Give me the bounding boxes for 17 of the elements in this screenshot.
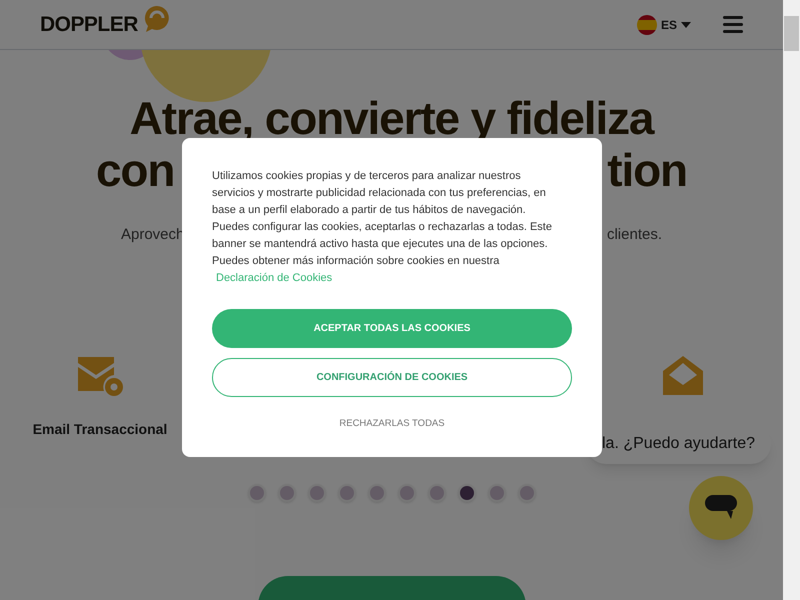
hero-title: tion <box>607 144 687 196</box>
open-envelope-icon <box>661 354 705 396</box>
cookie-settings-button[interactable]: CONFIGURACIÓN DE COOKIES <box>212 358 572 397</box>
feature-label: Email Transaccional <box>32 420 168 438</box>
reject-cookies-button[interactable]: RECHAZARLAS TODAS <box>339 417 445 432</box>
spain-flag-icon <box>636 14 657 34</box>
cookie-policy-link[interactable]: Declaración de Cookies <box>216 272 332 284</box>
hero-title: con <box>96 144 174 196</box>
language-selector[interactable]: ES <box>636 14 691 34</box>
accept-cookies-button[interactable]: ACEPTAR TODAS LAS COOKIES <box>212 309 572 348</box>
chat-icon <box>705 495 737 521</box>
logo[interactable]: DOPPLER <box>40 8 138 40</box>
caret-icon <box>681 22 691 28</box>
envelope-gear-icon <box>76 354 124 398</box>
hero-subtitle: clientes. <box>606 225 662 245</box>
cookie-text: Utilizamos cookies propias y de terceros para analizar nuestros servicios y mostrarte publicidad relacionada con tus preferencias, en base a un perfil elaborado a partir de tus hábitos de navegación. Puedes configurar las cookies, aceptarlas o rechazarlas a todas. Este banner se mantendrá activo hasta que ejecutes una de las opciones. Puedes obtener más información sobre cookies en nuestra Declaración de Cookies <box>212 169 552 286</box>
menu-icon[interactable] <box>723 16 743 33</box>
